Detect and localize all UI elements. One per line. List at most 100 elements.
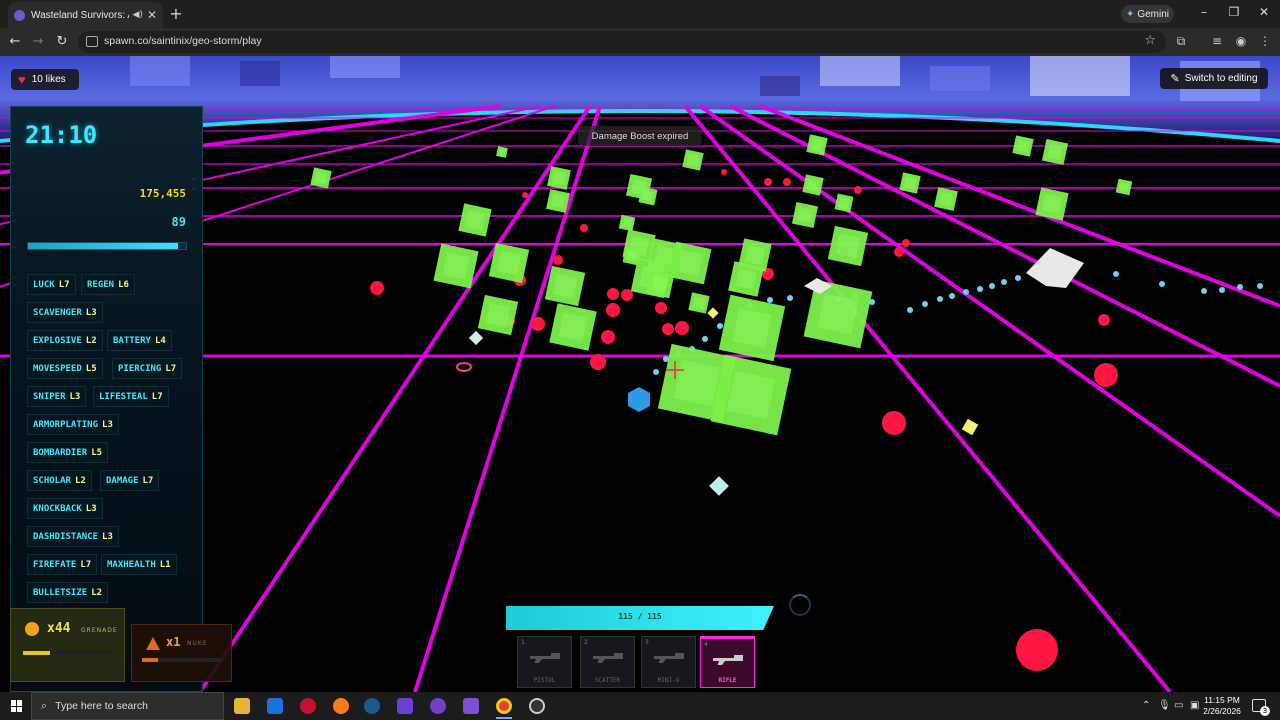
enemy-cube-highlight — [1042, 194, 1062, 214]
upgrade-level: L6 — [118, 279, 129, 290]
enemy-cube-highlight — [550, 193, 566, 209]
enemy-orb — [662, 323, 674, 335]
projectile-dot — [787, 295, 793, 301]
clock-date: 2/26/2026 — [1203, 706, 1241, 716]
weapon-slot[interactable]: 3 MINI-G — [641, 636, 696, 688]
projectile-dot — [1257, 283, 1263, 289]
score-value: 175,455 — [139, 187, 186, 200]
enemy-orb — [1016, 629, 1058, 671]
opera-icon[interactable] — [300, 698, 316, 714]
weapon-slot[interactable]: 2 SCATTER — [580, 636, 635, 688]
upgrade-name: PIERCING — [118, 363, 162, 374]
weapon-slot[interactable]: 4 RIFLE — [700, 636, 755, 688]
menu-icon[interactable]: ⋮ — [1258, 34, 1272, 48]
enemy-cube-highlight — [686, 153, 700, 167]
close-tab-icon[interactable]: ✕ — [147, 8, 157, 22]
switch-to-editing-button[interactable]: ✎ Switch to editing — [1160, 68, 1268, 89]
tab-search-icon[interactable]: ⧉ — [1174, 34, 1188, 49]
visual-studio-icon[interactable] — [463, 698, 479, 714]
upgrade-tag: BULLETSIZE L2 — [27, 582, 109, 603]
close-window-icon[interactable]: ✕ — [1257, 5, 1271, 19]
upgrade-level: L7 — [151, 391, 163, 402]
upgrade-tag: LIFESTEAL L7 — [93, 386, 169, 407]
enemy-cube-highlight — [626, 250, 638, 262]
notification-count: 3 — [1260, 706, 1270, 716]
xp-bar — [27, 242, 187, 250]
enemy-cube-highlight — [651, 275, 669, 293]
upgrade-level: L3 — [85, 307, 97, 318]
upgrade-tag: DASHDISTANCE L3 — [27, 526, 119, 547]
gun-icon — [530, 653, 560, 663]
restore-icon[interactable]: ❐ — [1227, 5, 1241, 19]
grenade-label: GRENADE — [81, 627, 118, 634]
notification-icon[interactable]: 3 — [1252, 699, 1270, 716]
likes-button[interactable]: ♥ 10 likes — [11, 69, 79, 90]
enemy-cube-highlight — [726, 370, 776, 420]
tray-overflow-icon[interactable]: ⌃ — [1142, 700, 1150, 711]
enemy-orb — [607, 288, 619, 300]
enemy-cube-highlight — [1119, 182, 1129, 192]
enemy-cube-highlight — [817, 293, 859, 335]
outlook-icon[interactable] — [267, 698, 283, 714]
url-text: spawn.co/saintinix/geo-storm/play — [104, 35, 262, 47]
bookmark-star-icon[interactable]: ☆ — [1144, 33, 1156, 48]
microphone-icon[interactable]: 🎙 — [1158, 700, 1171, 711]
gun-icon — [713, 655, 743, 665]
enemy-orb — [580, 224, 588, 232]
game-canvas[interactable]: ♥ 10 likes ✎ Switch to editing Damage Bo… — [0, 56, 1280, 692]
upgrade-level: L2 — [74, 475, 86, 486]
forward-icon[interactable]: → — [30, 34, 46, 49]
projectile-dot — [1237, 284, 1243, 290]
network-icon[interactable]: ▣ — [1190, 700, 1199, 711]
enemy-cube-highlight — [622, 218, 632, 228]
app-icon[interactable] — [397, 698, 413, 714]
reload-icon[interactable]: ↻ — [54, 34, 70, 49]
app-icon[interactable] — [529, 698, 545, 714]
chrome-icon[interactable] — [496, 698, 512, 714]
media-control-icon[interactable]: ≡ — [1210, 34, 1224, 48]
system-clock[interactable]: 11:15 PM 2/26/2026 — [1203, 695, 1241, 717]
projectile-dot — [1015, 275, 1021, 281]
taskbar: ⌕ Type here to search ⌃ 🎙 ▭ ▣ 11:15 PM 2… — [0, 692, 1280, 720]
firefox-icon[interactable] — [333, 698, 349, 714]
back-icon[interactable]: ← — [7, 34, 23, 49]
grenade-count: x44 — [47, 621, 71, 636]
projectile-dot — [963, 289, 969, 295]
enemy-orb — [764, 178, 772, 186]
gemini-button[interactable]: ✦ Gemini — [1121, 5, 1174, 23]
upgrade-level: L3 — [102, 531, 113, 542]
minimize-icon[interactable]: – — [1197, 5, 1211, 19]
enemy-orb — [675, 321, 689, 335]
taskbar-search-box[interactable]: ⌕ Type here to search — [31, 692, 224, 720]
steam-icon[interactable] — [364, 698, 380, 714]
gemini-icon: ✦ — [1125, 8, 1135, 20]
enemy-cube-highlight — [677, 250, 703, 276]
upgrade-tag: REGEN L6 — [81, 274, 135, 295]
level-value: 89 — [171, 215, 186, 229]
upgrade-tag: SCAVENGER L3 — [27, 302, 103, 323]
new-tab-button[interactable]: + — [168, 4, 184, 23]
upgrade-name: SCHOLAR — [33, 475, 71, 486]
upgrade-level: L3 — [85, 503, 97, 514]
file-explorer-icon[interactable] — [234, 698, 250, 714]
address-bar[interactable]: spawn.co/saintinix/geo-storm/play ☆ — [78, 31, 1166, 53]
browser-tab-bar: Wasteland Survivors: Ashto ◀) ✕ + ✦Gemin… — [0, 0, 1280, 28]
nuke-slot[interactable]: x1 NUKE — [131, 624, 232, 682]
weapon-slot-number: 3 — [645, 639, 649, 646]
battery-icon[interactable]: ▭ — [1174, 700, 1183, 711]
weapon-slot-number: 2 — [584, 639, 588, 646]
weapon-slot[interactable]: 1 PISTOL — [517, 636, 572, 688]
windows-start-icon[interactable] — [11, 700, 23, 712]
upgrade-name: LUCK — [33, 279, 55, 290]
site-info-icon[interactable] — [86, 36, 98, 47]
speaker-icon[interactable]: ◀) — [133, 10, 143, 20]
app-icon[interactable] — [430, 698, 446, 714]
grenade-slot[interactable]: x44 GRENADE — [10, 608, 125, 682]
enemy-orb — [882, 411, 906, 435]
browser-tab[interactable]: Wasteland Survivors: Ashto ◀) ✕ — [8, 2, 163, 28]
nuke-count: x1 — [166, 635, 181, 649]
upgrade-name: DAMAGE — [106, 475, 139, 486]
profile-icon[interactable]: ◉ — [1234, 34, 1248, 48]
upgrade-name: BOMBARDIER — [33, 447, 88, 458]
projectile-dot — [1201, 288, 1207, 294]
